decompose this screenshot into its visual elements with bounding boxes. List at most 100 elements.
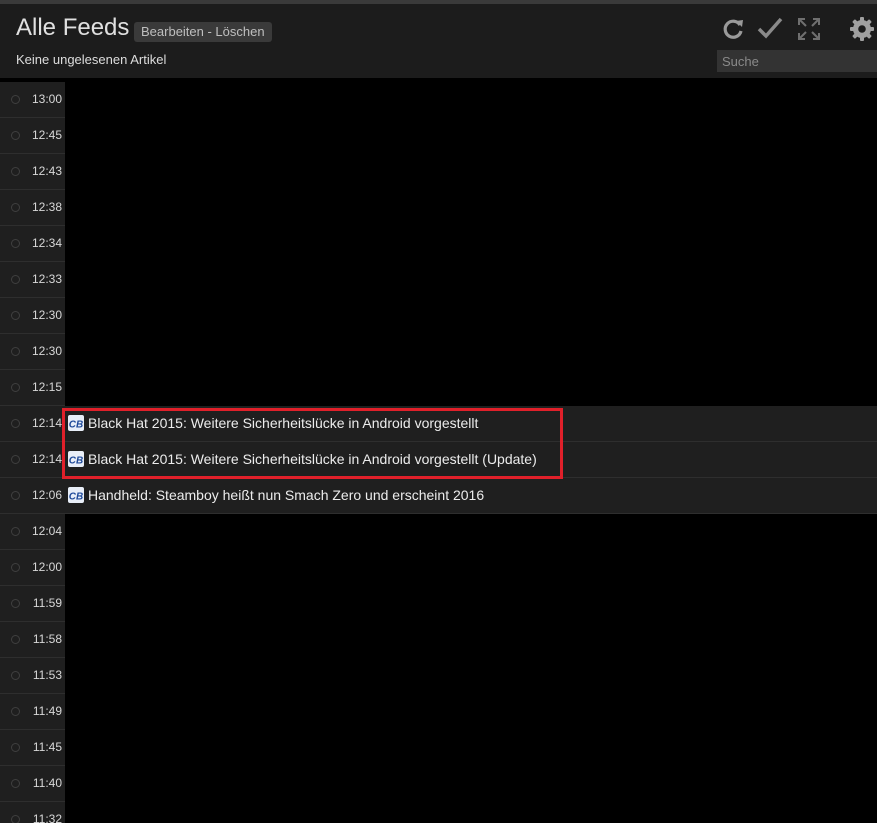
article-time: 12:14 xyxy=(31,452,62,466)
timeline-row: 12:04 xyxy=(0,514,877,550)
read-status-icon[interactable] xyxy=(11,203,20,212)
edit-delete-button[interactable]: Bearbeiten - Löschen xyxy=(134,22,272,42)
row-gutter: 12:14 xyxy=(0,442,65,478)
article-title[interactable]: Handheld: Steamboy heißt nun Smach Zero … xyxy=(88,487,484,503)
row-gutter: 11:58 xyxy=(0,622,65,658)
checkmark-icon[interactable] xyxy=(757,16,783,42)
read-status-icon[interactable] xyxy=(11,239,20,248)
feed-source-icon: CB xyxy=(68,451,84,467)
row-gutter: 12:43 xyxy=(0,154,65,190)
read-status-icon[interactable] xyxy=(11,347,20,356)
article-time: 12:34 xyxy=(31,236,62,250)
article-body[interactable]: CB Handheld: Steamboy heißt nun Smach Zer… xyxy=(65,478,877,514)
row-gutter: 12:00 xyxy=(0,550,65,586)
read-status-icon[interactable] xyxy=(11,419,20,428)
row-gutter: 12:14 xyxy=(0,406,65,442)
read-status-icon[interactable] xyxy=(11,563,20,572)
article-row[interactable]: 12:14 CB Black Hat 2015: Weitere Sicherhei… xyxy=(0,406,877,442)
read-status-icon[interactable] xyxy=(11,743,20,752)
article-body[interactable]: CB Black Hat 2015: Weitere Sicherheitslüc… xyxy=(65,406,877,442)
article-time: 12:14 xyxy=(31,416,62,430)
article-row[interactable]: 12:06 CB Handheld: Steamboy heißt nun Smac… xyxy=(0,478,877,514)
fullscreen-icon[interactable] xyxy=(796,16,822,42)
article-time: 12:30 xyxy=(31,308,62,322)
row-gutter: 12:30 xyxy=(0,298,65,334)
article-title[interactable]: Black Hat 2015: Weitere Sicherheitslücke… xyxy=(88,415,478,431)
timeline-row: 12:38 xyxy=(0,190,877,226)
article-time: 12:38 xyxy=(31,200,62,214)
article-time: 12:30 xyxy=(31,344,62,358)
row-gutter: 12:34 xyxy=(0,226,65,262)
read-status-icon[interactable] xyxy=(11,707,20,716)
article-time: 12:45 xyxy=(31,128,62,142)
timeline-row: 12:45 xyxy=(0,118,877,154)
feed-source-icon: CB xyxy=(68,487,84,503)
row-gutter: 12:06 xyxy=(0,478,65,514)
article-time: 11:32 xyxy=(32,812,62,823)
read-status-icon[interactable] xyxy=(11,599,20,608)
timeline-row: 11:32 xyxy=(0,802,877,823)
row-gutter: 12:04 xyxy=(0,514,65,550)
read-status-icon[interactable] xyxy=(11,527,20,536)
read-status-icon[interactable] xyxy=(11,95,20,104)
row-gutter: 11:49 xyxy=(0,694,65,730)
article-title[interactable]: Black Hat 2015: Weitere Sicherheitslücke… xyxy=(88,451,537,467)
timeline-row: 12:43 xyxy=(0,154,877,190)
article-time: 11:59 xyxy=(32,596,62,610)
article-time: 11:53 xyxy=(32,668,62,682)
article-time: 12:33 xyxy=(31,272,62,286)
article-body[interactable]: CB Black Hat 2015: Weitere Sicherheitslüc… xyxy=(65,442,877,478)
article-time: 12:04 xyxy=(31,524,62,538)
article-time: 11:40 xyxy=(32,776,62,790)
read-status-icon[interactable] xyxy=(11,275,20,284)
read-status-icon[interactable] xyxy=(11,131,20,140)
read-status-icon[interactable] xyxy=(11,167,20,176)
timeline-row: 13:00 xyxy=(0,82,877,118)
read-status-icon[interactable] xyxy=(11,311,20,320)
row-gutter: 12:30 xyxy=(0,334,65,370)
row-gutter: 13:00 xyxy=(0,82,65,118)
timeline-row: 11:40 xyxy=(0,766,877,802)
refresh-icon[interactable] xyxy=(720,16,746,42)
gear-icon[interactable] xyxy=(849,16,875,42)
page-title: Alle Feeds xyxy=(16,14,130,41)
timeline-row: 12:30 xyxy=(0,298,877,334)
unread-status: Keine ungelesenen Artikel xyxy=(16,52,167,67)
timeline-row: 11:45 xyxy=(0,730,877,766)
timeline-row: 12:30 xyxy=(0,334,877,370)
search-input[interactable] xyxy=(717,50,877,72)
row-gutter: 11:45 xyxy=(0,730,65,766)
timeline-row: 12:00 xyxy=(0,550,877,586)
article-row[interactable]: 12:14 CB Black Hat 2015: Weitere Sicherhei… xyxy=(0,442,877,478)
article-time: 12:15 xyxy=(31,380,62,394)
svg-text:CB: CB xyxy=(69,492,83,503)
timeline-row: 11:58 xyxy=(0,622,877,658)
row-gutter: 11:40 xyxy=(0,766,65,802)
svg-text:CB: CB xyxy=(69,456,83,467)
row-gutter: 12:38 xyxy=(0,190,65,226)
read-status-icon[interactable] xyxy=(11,815,20,823)
row-gutter: 12:33 xyxy=(0,262,65,298)
read-status-icon[interactable] xyxy=(11,455,20,464)
article-time: 11:49 xyxy=(32,704,62,718)
article-time: 12:00 xyxy=(31,560,62,574)
read-status-icon[interactable] xyxy=(11,779,20,788)
timeline-row: 11:53 xyxy=(0,658,877,694)
article-list: 13:00 12:45 12:43 12:38 12:34 12:33 12:30 12:30… xyxy=(0,82,877,823)
article-time: 12:43 xyxy=(31,164,62,178)
row-gutter: 11:32 xyxy=(0,802,65,823)
timeline-row: 11:59 xyxy=(0,586,877,622)
read-status-icon[interactable] xyxy=(11,383,20,392)
row-gutter: 12:15 xyxy=(0,370,65,406)
read-status-icon[interactable] xyxy=(11,671,20,680)
article-time: 11:58 xyxy=(32,632,62,646)
timeline-row: 12:34 xyxy=(0,226,877,262)
read-status-icon[interactable] xyxy=(11,491,20,500)
timeline-row: 11:49 xyxy=(0,694,877,730)
svg-text:CB: CB xyxy=(69,420,83,431)
article-time: 13:00 xyxy=(31,92,62,106)
article-time: 11:45 xyxy=(32,740,62,754)
row-gutter: 11:53 xyxy=(0,658,65,694)
read-status-icon[interactable] xyxy=(11,635,20,644)
article-time: 12:06 xyxy=(31,488,62,502)
